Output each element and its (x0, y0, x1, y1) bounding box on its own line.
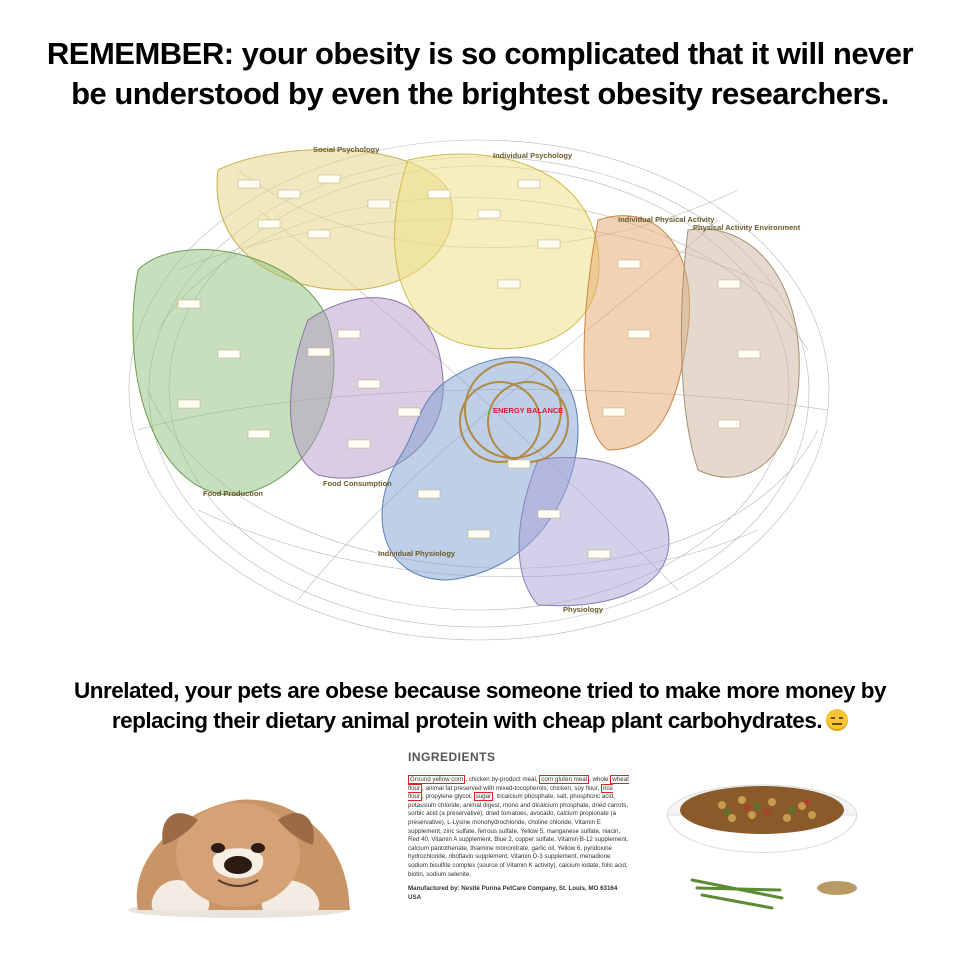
label-physical-activity-environment: Physical Activity Environment (693, 223, 801, 232)
grain-pile (817, 881, 857, 895)
ingredients-title: INGREDIENTS (408, 750, 496, 764)
middle-headline-line2-text: replacing their dietary animal protein w… (111, 708, 823, 733)
highlighted-ingredient: corn gluten meal (539, 775, 590, 784)
expressionless-face-icon (826, 709, 849, 731)
label-energy-balance: ENERGY BALANCE (493, 406, 563, 415)
region-individual-psychology (394, 153, 600, 350)
middle-headline-line1: Unrelated, your pets are obese because s… (73, 678, 887, 703)
highlighted-ingredient: Ground yellow corn (408, 775, 466, 784)
ingredients-text: , chicken by-product meal, (465, 776, 540, 783)
green-beans (690, 878, 784, 910)
top-headline-line1: REMEMBER: your obesity is so complicated… (46, 36, 914, 71)
ingredients-text: , whole (589, 776, 611, 783)
top-headline-line2: be understood by even the brightest obes… (71, 76, 889, 111)
label-individual-physiology: Individual Physiology (378, 549, 456, 558)
label-individual-psychology: Individual Psychology (493, 151, 573, 160)
ingredients-text: , propylene glycol, (422, 793, 474, 801)
ingredients-text: , animal fat preserved with mixed-tocoph… (422, 784, 601, 792)
obesity-systems-map: Social Psychology Individual Psychology … (128, 139, 830, 641)
middle-headline: Unrelated, your pets are obese because s… (0, 676, 960, 736)
bulldog-image (128, 799, 350, 918)
ingredients-text: , tricalcium phosphate, salt, phosphoric… (408, 793, 629, 878)
manufacturer-line: Manufactured by: Nestlé Purina PetCare C… (408, 885, 618, 901)
kibble-bowl-image (666, 784, 858, 910)
label-food-consumption: Food Consumption (323, 479, 392, 488)
highlighted-ingredient: sugar (473, 792, 494, 802)
label-social-psychology: Social Psychology (313, 145, 380, 154)
label-physiology: Physiology (563, 605, 604, 614)
ingredients-label: INGREDIENTS Ground yellow corn, chicken … (408, 750, 630, 902)
middle-headline-line2: replacing their dietary animal protein w… (0, 706, 960, 736)
region-physiology (518, 457, 670, 607)
label-food-production: Food Production (203, 489, 263, 498)
top-headline: REMEMBER: your obesity is so complicated… (0, 34, 960, 114)
ingredients-list: Ground yellow corn, chicken by-product m… (408, 775, 630, 879)
